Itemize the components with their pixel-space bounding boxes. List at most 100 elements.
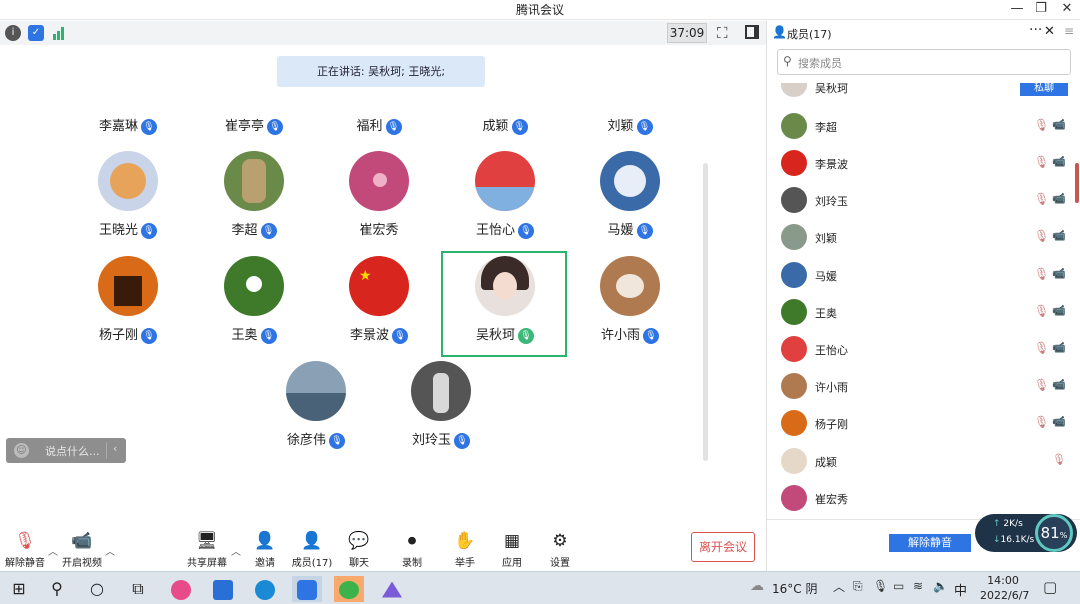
member-row[interactable]: 崔宏秀 xyxy=(767,480,1067,517)
participant-tile[interactable]: 王奥 🎙 xyxy=(192,256,316,354)
panel-scrollbar[interactable] xyxy=(1075,163,1079,203)
participant-tile[interactable]: 崔宏秀 xyxy=(317,151,441,249)
gallery-scrollbar[interactable] xyxy=(703,163,708,461)
record-button[interactable]: ⏺ 录制 xyxy=(387,530,437,569)
member-row[interactable]: 王怡心 🎙 📹 xyxy=(767,331,1067,368)
cortana-icon[interactable]: ○ xyxy=(82,576,112,602)
invite-button[interactable]: 👤 邀请 xyxy=(240,530,290,569)
member-row[interactable]: 成颖 🎙 xyxy=(767,443,1067,480)
participant-tile[interactable]: 杨子刚 🎙 xyxy=(66,256,190,354)
start-video-button[interactable]: 📹 开启视频 xyxy=(57,530,107,569)
search-icon[interactable]: ⚲ xyxy=(42,576,72,602)
input-method-indicator[interactable]: 中 xyxy=(954,580,967,599)
mic-icon: 🎙 xyxy=(636,223,653,239)
weather-text[interactable]: 16°C 阴 xyxy=(772,580,817,597)
menu-icon[interactable]: ≡ xyxy=(1064,24,1074,38)
wechat-icon[interactable] xyxy=(334,576,364,602)
weather-icon[interactable]: ☁ xyxy=(750,578,764,594)
member-row[interactable]: 许小雨 🎙 📹 xyxy=(767,368,1067,405)
close-window-button[interactable]: ✕ xyxy=(1052,0,1080,20)
member-search-input[interactable]: ⚲ 搜索成员 xyxy=(777,49,1071,75)
apps-button[interactable]: ▦ 应用 xyxy=(487,530,537,569)
member-row[interactable]: 王奥 🎙 📹 xyxy=(767,294,1067,331)
hand-icon: ✋ xyxy=(454,531,476,551)
participant-tile[interactable]: 许小雨 🎙 xyxy=(568,256,692,354)
private-chat-button[interactable]: 私聊 xyxy=(1020,83,1068,96)
more-icon[interactable]: ··· xyxy=(1029,22,1042,38)
speaking-mic-icon: 🎙 xyxy=(518,328,534,344)
task-view-icon[interactable]: ⧉ xyxy=(123,576,153,602)
windows-start-icon[interactable]: ⊞ xyxy=(4,576,34,602)
participant-tile[interactable]: 王晓光 🎙 xyxy=(66,151,190,249)
participant-tile[interactable]: 徐彦伟 🎙 xyxy=(254,361,378,459)
avatar xyxy=(475,151,535,211)
clock[interactable]: 14:00 2022/6/7 xyxy=(980,574,1029,602)
unmute-button[interactable]: 🎙 解除静音 xyxy=(0,530,50,569)
collapse-icon[interactable]: ‹ xyxy=(113,442,117,455)
members-button[interactable]: 👤 成员(17) xyxy=(287,530,337,569)
participant-tile[interactable]: 刘玲玉 🎙 xyxy=(379,361,503,459)
member-row[interactable]: 杨子刚 🎙 📹 xyxy=(767,405,1067,442)
share-screen-icon: 🖥 xyxy=(196,531,218,551)
participant-tile[interactable]: 王怡心 🎙 xyxy=(443,151,567,249)
avatar xyxy=(600,151,660,211)
member-row-partial[interactable]: 吴秋珂 私聊 xyxy=(767,83,1080,97)
battery-icon[interactable]: ▭ xyxy=(893,579,904,593)
avatar xyxy=(781,262,807,288)
member-row[interactable]: 李景波 🎙 📹 xyxy=(767,145,1067,182)
mic-icon: 🎙 xyxy=(511,119,528,135)
microphone-icon[interactable]: 🎙 xyxy=(873,579,888,593)
member-row[interactable]: 刘颖 🎙 📹 xyxy=(767,219,1067,256)
tray-app-icon[interactable]: ⎘ xyxy=(853,579,863,594)
mic-icon: 🎙 xyxy=(636,119,653,135)
meeting-timer: 37:09 xyxy=(667,23,707,43)
wifi-icon[interactable]: ≋ xyxy=(913,579,923,593)
participant-tile[interactable]: 吴秋珂 🎙 xyxy=(443,256,567,354)
panel-toggle-icon[interactable] xyxy=(745,25,759,39)
video-off-icon: 📹 xyxy=(1052,267,1066,280)
title-bar: 腾讯会议 — ❐ ✕ xyxy=(0,0,1080,20)
share-screen-button[interactable]: 🖥 共享屏幕 xyxy=(182,530,232,569)
cpu-usage-gauge: 81% xyxy=(1035,514,1073,552)
avatar xyxy=(98,151,158,211)
app-icon[interactable] xyxy=(208,576,238,602)
participant-tile[interactable]: ★ 李景波 🎙 xyxy=(317,256,441,354)
video-options-chevron-icon[interactable]: ︿ xyxy=(105,543,115,558)
mic-icon: 🎙 xyxy=(329,433,345,449)
network-speed-widget[interactable]: ↑ 2K/s ↓16.1K/s 81% xyxy=(975,514,1077,552)
raise-hand-button[interactable]: ✋ 举手 xyxy=(440,530,490,569)
mic-muted-icon: 🎙 xyxy=(1034,155,1050,169)
notification-icon[interactable]: ▢ xyxy=(1043,578,1057,596)
participant-tile[interactable]: 马媛 🎙 xyxy=(568,151,692,249)
chat-button[interactable]: 💬 聊天 xyxy=(334,530,384,569)
settings-button[interactable]: ⚙ 设置 xyxy=(535,530,585,569)
search-icon: ⚲ xyxy=(783,54,792,68)
fullscreen-icon[interactable]: ⛶ xyxy=(717,24,728,42)
participant-name: 福利 🎙 xyxy=(317,115,441,135)
unmute-all-button[interactable]: 解除静音 xyxy=(889,534,971,552)
volume-icon[interactable]: 🔈 xyxy=(933,579,948,593)
photos-icon[interactable] xyxy=(377,576,407,602)
quick-chat-input[interactable]: ☺ 说点什么... ‹ xyxy=(6,438,126,463)
close-icon[interactable]: ✕ xyxy=(1044,24,1055,39)
participant-tile[interactable]: 李超 🎙 xyxy=(192,151,316,249)
member-row[interactable]: 刘玲玉 🎙 📹 xyxy=(767,182,1067,219)
info-icon[interactable]: i xyxy=(5,25,21,41)
signal-icon[interactable] xyxy=(52,26,66,40)
tencent-meeting-icon[interactable] xyxy=(292,576,322,602)
avatar xyxy=(781,187,807,213)
shield-icon[interactable]: ✓ xyxy=(28,25,44,41)
avatar xyxy=(286,361,346,421)
mic-icon: 🎙 xyxy=(141,328,157,344)
tray-chevron-icon[interactable]: ︿ xyxy=(833,578,845,595)
upload-speed: ↑ 2K/s xyxy=(993,519,1023,529)
panel-header: 👤 成员(17) ··· ✕ ≡ xyxy=(767,21,1080,45)
browser-icon[interactable] xyxy=(166,576,196,602)
leave-meeting-button[interactable]: 离开会议 xyxy=(691,532,755,562)
mic-icon: 🎙 xyxy=(260,328,277,344)
emoji-icon[interactable]: ☺ xyxy=(14,443,29,458)
edge-icon[interactable] xyxy=(250,576,280,602)
member-row[interactable]: 李超 🎙 📹 xyxy=(767,108,1067,145)
mic-muted-icon: 🎙 xyxy=(1034,192,1050,206)
member-row[interactable]: 马媛 🎙 📹 xyxy=(767,257,1067,294)
